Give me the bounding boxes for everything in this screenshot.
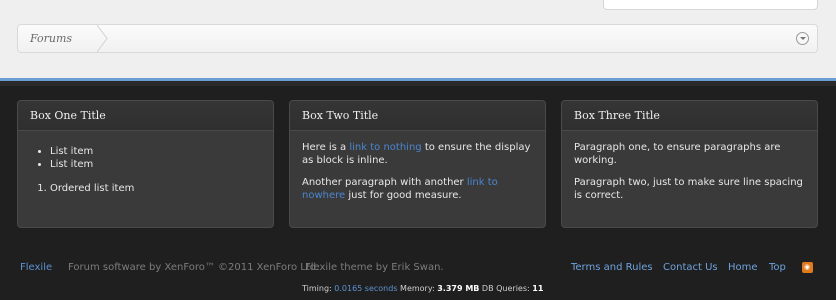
memory-value: 3.379 MB <box>437 284 480 293</box>
footer-brand-link[interactable]: Flexile <box>20 262 52 273</box>
box-three: Box Three Title Paragraph one, to ensure… <box>561 100 818 228</box>
contact-us-link[interactable]: Contact Us <box>663 262 718 273</box>
rss-icon[interactable]: ◉ <box>802 262 813 273</box>
paragraph: Another paragraph with another link to n… <box>302 176 533 202</box>
box-body: Paragraph one, to ensure paragraphs are … <box>562 131 817 221</box>
queries-label: DB Queries: <box>479 284 533 293</box>
ordered-list-item: Ordered list item <box>50 182 261 195</box>
box-body: List item List item Ordered list item <box>18 131 273 205</box>
bullet-list: List item List item <box>30 145 261 171</box>
timing-label: Timing: <box>302 284 335 293</box>
timing-value-link[interactable]: 0.0165 seconds <box>334 284 397 293</box>
jump-menu-icon[interactable] <box>796 32 809 45</box>
box-title: Box One Title <box>18 101 273 131</box>
link-to-nothing[interactable]: link to nothing <box>349 142 421 153</box>
home-link[interactable]: Home <box>728 262 758 273</box>
box-title: Box Three Title <box>562 101 817 131</box>
breadcrumb-item-forums[interactable]: Forums <box>18 25 98 52</box>
terms-and-rules-link[interactable]: Terms and Rules <box>571 262 653 273</box>
box-body: Here is a link to nothing to ensure the … <box>290 131 545 221</box>
box-two: Box Two Title Here is a link to nothing … <box>289 100 546 228</box>
breadcrumb-arrow-icon <box>96 25 108 52</box>
top-link[interactable]: Top <box>769 262 786 273</box>
paragraph-text: Another paragraph with another <box>302 177 467 188</box>
paragraph-text: just for good measure. <box>345 190 462 201</box>
queries-value: 11 <box>532 284 544 293</box>
paragraph: Paragraph two, just to make sure line sp… <box>574 177 803 201</box>
breadcrumb: Forums <box>17 24 818 53</box>
box-title: Box Two Title <box>290 101 545 131</box>
search-input[interactable] <box>603 0 818 10</box>
paragraph: Here is a link to nothing to ensure the … <box>302 141 533 167</box>
paragraph-text: Here is a <box>302 142 350 153</box>
ordered-list: Ordered list item <box>30 182 261 195</box>
footer-theme-credit[interactable]: Flexile theme by Erik Swan. <box>305 262 444 273</box>
list-item: List item <box>50 145 261 158</box>
paragraph: Paragraph one, to ensure paragraphs are … <box>574 142 781 166</box>
divider <box>0 81 836 86</box>
footer-copyright-link[interactable]: Forum software by XenForo™ ©2011 XenForo… <box>68 262 319 273</box>
rss-glyph: ◉ <box>804 263 811 271</box>
box-one: Box One Title List item List item Ordere… <box>17 100 274 228</box>
footer: Flexile Forum software by XenForo™ ©2011… <box>0 258 836 300</box>
memory-label: Memory: <box>397 284 438 293</box>
header-area: Forums <box>0 0 836 78</box>
list-item: List item <box>50 158 261 171</box>
debug-info: Timing: 0.0165 seconds Memory: 3.379 MB … <box>302 284 543 293</box>
